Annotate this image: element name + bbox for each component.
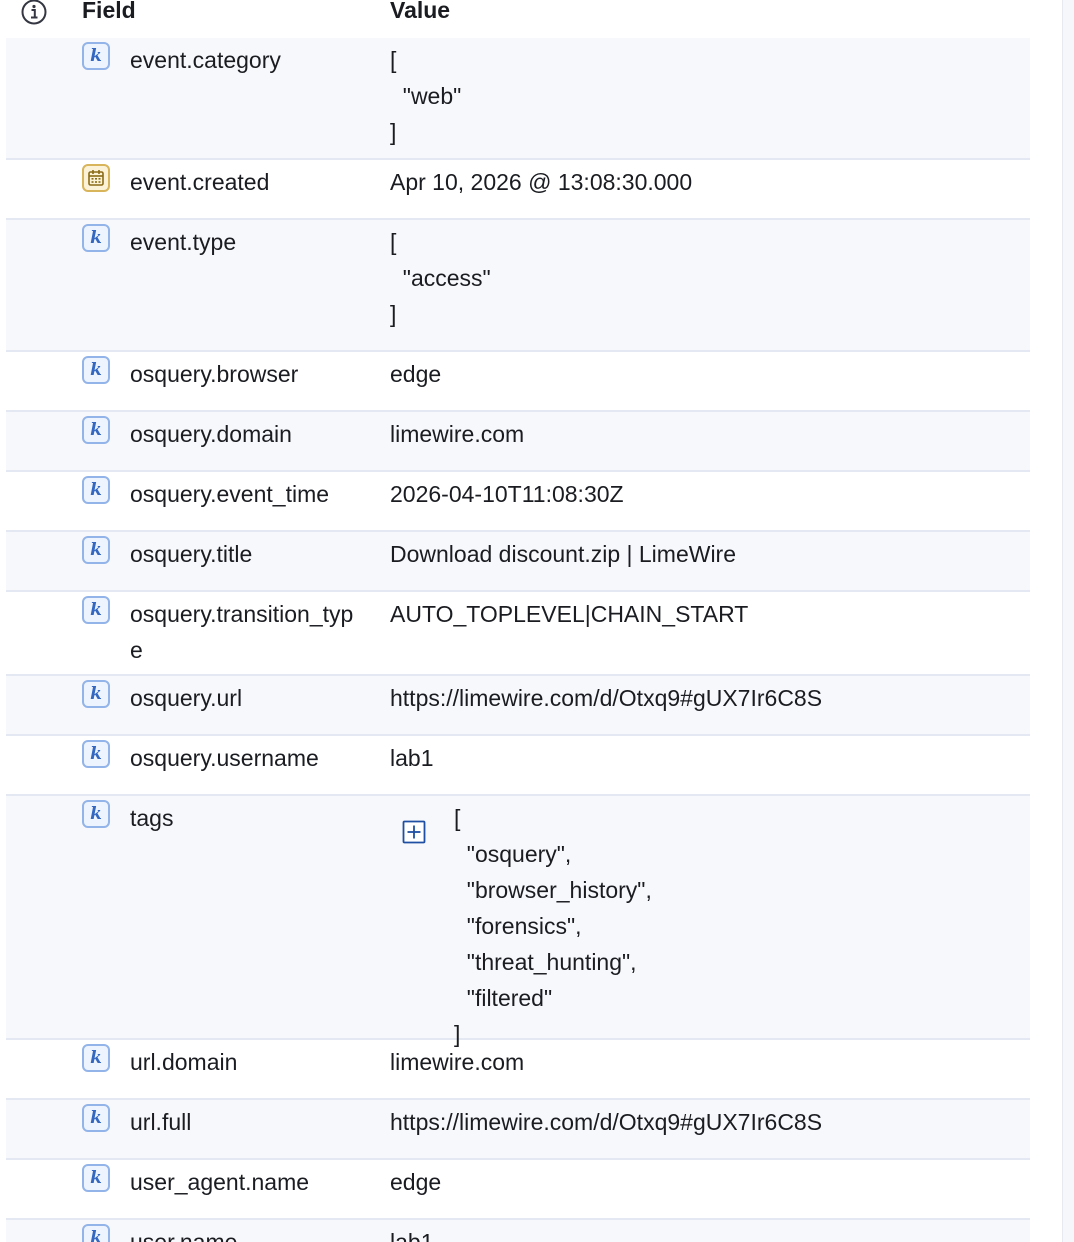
field-value: lab1 <box>390 745 434 771</box>
value-column-header[interactable]: Value <box>390 0 450 24</box>
table-row: k event.category [ "web" ] <box>6 38 1030 160</box>
field-name[interactable]: osquery.username <box>130 740 366 776</box>
table-row: k event.type [ "access" ] <box>6 220 1030 352</box>
field-value: [ "web" ] <box>390 47 462 145</box>
field-value: Apr 10, 2026 @ 13:08:30.000 <box>390 169 693 195</box>
field-value: lab1 <box>390 1229 434 1242</box>
keyword-type-icon: k <box>82 356 110 384</box>
info-icon[interactable] <box>20 0 48 26</box>
keyword-type-icon: k <box>82 1104 110 1132</box>
table-row: k user_agent.name edge <box>6 1160 1030 1220</box>
field-name[interactable]: osquery.domain <box>130 416 366 452</box>
table-row: k osquery.browser edge <box>6 352 1030 412</box>
field-name[interactable]: url.full <box>130 1104 366 1140</box>
field-name[interactable]: osquery.event_time <box>130 476 366 512</box>
table-row: k osquery.event_time 2026-04-10T11:08:30… <box>6 472 1030 532</box>
keyword-type-icon: k <box>82 224 110 252</box>
table-row: k osquery.transition_type AUTO_TOPLEVEL|… <box>6 592 1030 676</box>
field-name[interactable]: user_agent.name <box>130 1164 366 1200</box>
field-value: https://limewire.com/d/Otxq9#gUX7Ir6C8S <box>390 1109 823 1135</box>
field-name[interactable]: event.created <box>130 164 366 200</box>
keyword-type-icon: k <box>82 740 110 768</box>
field-value: limewire.com <box>390 1049 525 1075</box>
keyword-type-icon: k <box>82 476 110 504</box>
table-row: k osquery.url https://limewire.com/d/Otx… <box>6 676 1030 736</box>
keyword-type-icon: k <box>82 416 110 444</box>
field-name[interactable]: event.type <box>130 224 366 260</box>
field-value: Download discount.zip | LimeWire <box>390 541 737 567</box>
field-value: [ "osquery", "browser_history", "forensi… <box>454 805 652 1047</box>
keyword-type-icon: k <box>82 42 110 70</box>
field-name[interactable]: event.category <box>130 42 366 78</box>
table-row: k osquery.domain limewire.com <box>6 412 1030 472</box>
keyword-type-icon: k <box>82 1044 110 1072</box>
vertical-scrollbar[interactable] <box>1062 0 1074 1242</box>
keyword-type-icon: k <box>82 1164 110 1192</box>
field-value: AUTO_TOPLEVEL|CHAIN_START <box>390 601 749 627</box>
field-column-header[interactable]: Field <box>82 0 136 24</box>
keyword-type-icon: k <box>82 1224 110 1242</box>
keyword-type-icon: k <box>82 680 110 708</box>
field-value: limewire.com <box>390 421 525 447</box>
table-row: k tags [ "osquery", "browser_history", "… <box>6 796 1030 1047</box>
field-value: [ "access" ] <box>390 229 491 327</box>
field-name[interactable]: osquery.browser <box>130 356 366 392</box>
document-fields-table: Field Value k event.category [ "web" ] e… <box>0 0 1062 1242</box>
field-rows: k event.category [ "web" ] event.created… <box>6 38 1030 1242</box>
keyword-type-icon: k <box>82 596 110 624</box>
field-value: https://limewire.com/d/Otxq9#gUX7Ir6C8S <box>390 685 823 711</box>
table-row: k user.name lab1 <box>6 1220 1030 1242</box>
field-name[interactable]: osquery.transition_type <box>130 596 366 668</box>
table-row: k osquery.title Download discount.zip | … <box>6 532 1030 592</box>
keyword-type-icon: k <box>82 800 110 828</box>
expand-plus-icon[interactable] <box>402 820 426 844</box>
table-row: k osquery.username lab1 <box>6 736 1030 796</box>
table-header: Field Value <box>0 0 1030 38</box>
field-value: edge <box>390 1169 442 1195</box>
field-name[interactable]: tags <box>130 800 366 836</box>
table-row: event.created Apr 10, 2026 @ 13:08:30.00… <box>6 160 1030 220</box>
field-name[interactable]: osquery.url <box>130 680 366 716</box>
table-row: k url.full https://limewire.com/d/Otxq9#… <box>6 1100 1030 1160</box>
calendar-icon <box>82 164 110 192</box>
field-value: 2026-04-10T11:08:30Z <box>390 481 624 507</box>
keyword-type-icon: k <box>82 536 110 564</box>
field-value: edge <box>390 361 442 387</box>
field-name[interactable]: osquery.title <box>130 536 366 572</box>
table-row: k url.domain limewire.com <box>6 1040 1030 1100</box>
field-name[interactable]: url.domain <box>130 1044 366 1080</box>
field-name[interactable]: user.name <box>130 1224 366 1242</box>
